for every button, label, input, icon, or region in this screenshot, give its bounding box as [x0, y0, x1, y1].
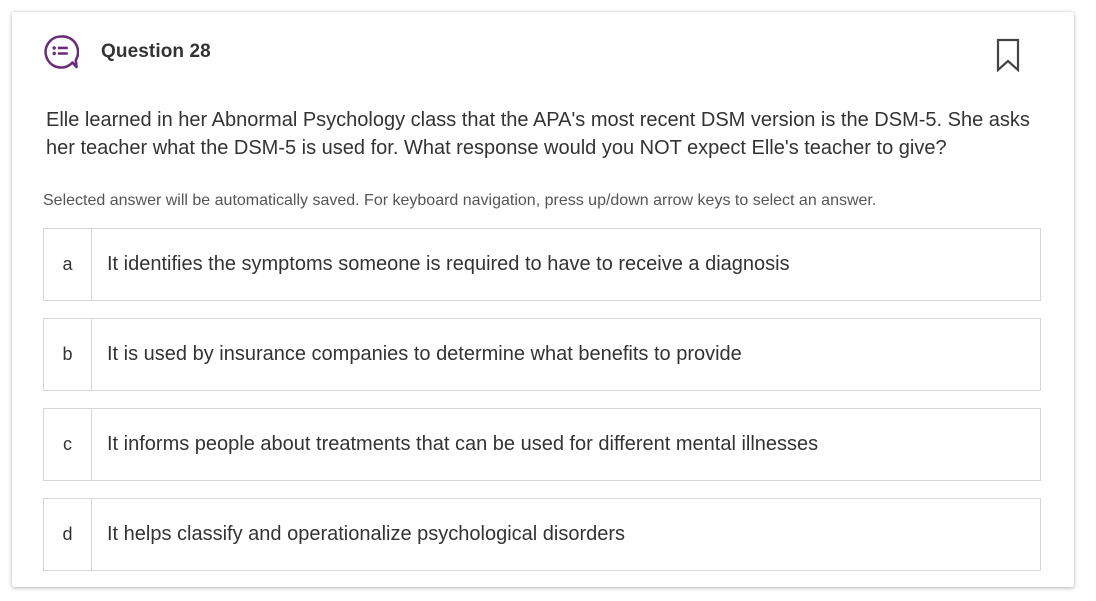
option-letter: d: [44, 499, 92, 570]
option-letter: b: [44, 319, 92, 390]
answer-option-a[interactable]: a It identifies the symptoms someone is …: [43, 228, 1041, 301]
answer-hint: Selected answer will be automatically sa…: [43, 192, 877, 209]
option-text: It identifies the symptoms someone is re…: [107, 253, 790, 275]
question-stem: Elle learned in her Abnormal Psychology …: [46, 109, 1030, 159]
option-letter: c: [44, 409, 92, 480]
option-text: It informs people about treatments that …: [107, 433, 819, 455]
question-list-icon: [44, 35, 79, 69]
answer-option-b[interactable]: b It is used by insurance companies to d…: [43, 318, 1041, 391]
question-title: Question 28: [101, 41, 211, 62]
answer-option-d[interactable]: d It helps classify and operationalize p…: [43, 498, 1041, 571]
question-card: Question 28 Elle learned in her Abnormal…: [12, 12, 1074, 587]
answer-option-c[interactable]: c It informs people about treatments tha…: [43, 408, 1041, 481]
option-text: It is used by insurance companies to det…: [107, 343, 742, 365]
option-text: It helps classify and operationalize psy…: [107, 523, 626, 545]
bookmark-icon[interactable]: [996, 38, 1020, 72]
option-letter: a: [44, 229, 92, 300]
